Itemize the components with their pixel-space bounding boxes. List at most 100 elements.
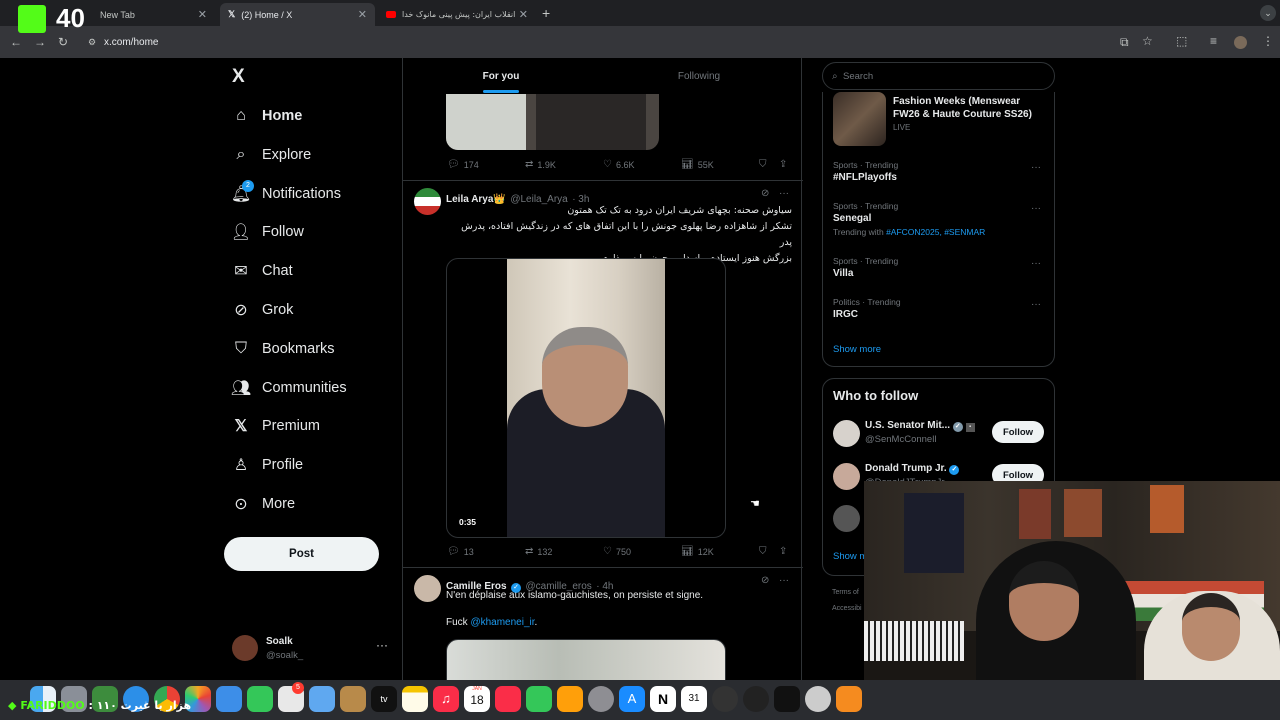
install-icon[interactable]: ⧉ [1120,35,1129,50]
sidebar-item-follow[interactable]: 👤︎ Follow [230,217,304,247]
back-icon[interactable]: ← [10,35,22,49]
numbers-icon[interactable] [526,686,552,712]
trend-item[interactable]: Sports · Trending #NFLPlayoffs ··· [833,160,1048,190]
show-more-link[interactable]: Show more [833,344,881,355]
views-button[interactable]: 📊︎ 55K [681,159,714,170]
repost-button[interactable]: ⇄ 132 [525,546,552,557]
reload-icon[interactable]: ↻ [58,35,68,49]
mail-icon[interactable] [216,686,242,712]
follow-suggestion-name[interactable]: U.S. Senator Mit... ✓ ▪ [865,420,975,432]
address-bar[interactable]: ⚙ x.com/home [82,31,1112,53]
follow-button[interactable]: Follow [992,421,1044,443]
repost-button[interactable]: ⇄ 1.9K [525,159,556,170]
system-settings-icon[interactable] [588,686,614,712]
more-icon[interactable]: ··· [779,188,789,199]
app-icon[interactable] [774,686,800,712]
sidebar-item-profile[interactable]: ♙ Profile [230,450,303,480]
live-event[interactable]: Fashion Weeks (Menswear FW26 & Haute Cou… [833,92,1048,146]
footer-link[interactable]: Terms of [832,589,859,596]
more-icon[interactable]: ··· [1031,258,1041,269]
sidebar-item-notifications[interactable]: 🔔︎ 2 Notifications [230,179,341,209]
more-icon[interactable]: ··· [779,575,789,586]
sidebar-item-bookmarks[interactable]: ⛉ Bookmarks [230,334,335,364]
app-store-icon[interactable]: A [619,686,645,712]
post-image[interactable] [446,94,659,150]
sidebar-item-communities[interactable]: 👥︎ Communities [230,373,347,403]
archive-icon[interactable] [340,686,366,712]
like-button[interactable]: ♡ 750 [603,546,631,557]
star-icon[interactable]: ☆ [1142,34,1153,48]
notes-app-icon[interactable]: 5 [278,682,304,712]
tab-new-tab[interactable]: New Tab ✕ [70,3,215,26]
close-icon[interactable]: ✕ [519,8,528,21]
tab-search-icon[interactable]: ⌄ [1260,5,1276,21]
app-icon[interactable] [805,686,831,712]
reply-button[interactable]: 💬︎ 13 [447,546,474,557]
more-icon[interactable]: ··· [1031,203,1041,214]
sidebar-item-explore[interactable]: ⌕ Explore [230,140,312,170]
show-more-link[interactable]: Show m [833,551,867,562]
messages-icon[interactable] [247,686,273,712]
footer-link[interactable]: Accessibi [832,605,862,612]
video-player[interactable]: 0:35 [446,258,726,538]
tab-following[interactable]: Following [601,58,797,94]
extensions-icon[interactable]: ⬚ [1176,34,1187,48]
like-button[interactable]: ♡ 6.6K [603,159,634,170]
post-button[interactable]: Post [224,537,379,571]
post-image[interactable] [446,639,726,680]
freeform-icon[interactable] [309,686,335,712]
reading-list-icon[interactable]: ≡ [1210,34,1217,48]
bookmark-button[interactable]: ⛉ [759,159,771,170]
trend-item[interactable]: Politics · Trending IRGC ··· [833,297,1048,327]
avatar[interactable] [414,575,441,602]
music-icon[interactable]: ♫ [433,686,459,712]
avatar[interactable] [833,505,860,532]
reply-button[interactable]: 💬︎ 174 [447,159,479,170]
search-input[interactable]: ⌕ Search [822,62,1055,90]
sidebar-item-grok[interactable]: ⊘ Grok [230,295,293,325]
tab-home-x[interactable]: 𝕏 (2) Home / X ✕ [220,3,375,26]
avatar[interactable] [833,463,860,490]
tab-youtube[interactable]: انقلاب ایران: پیش پینی مانوک خدا ✕ [378,3,536,26]
calendar-31-icon[interactable]: 31 [681,686,707,712]
forward-icon[interactable]: → [34,35,46,49]
news-icon[interactable] [495,686,521,712]
new-tab-icon[interactable]: + [542,5,550,21]
x-logo[interactable]: X [232,66,245,88]
grok-icon[interactable]: ⊘ [761,575,769,586]
close-icon[interactable]: ✕ [198,8,207,21]
share-button[interactable]: ⇪ [779,546,791,557]
sidebar-item-premium[interactable]: 𝕏 Premium [230,411,320,441]
grok-icon[interactable]: ⊘ [761,188,769,199]
close-icon[interactable]: ✕ [358,8,367,21]
app-icon[interactable] [712,686,738,712]
share-button[interactable]: ⇪ [779,159,791,170]
follow-suggestion-name[interactable]: Donald Trump Jr. ✓ [865,463,960,475]
more-icon[interactable]: ··· [1031,299,1041,310]
profile-avatar[interactable] [1234,36,1247,49]
sidebar-item-chat[interactable]: ✉ Chat [230,256,292,286]
more-icon[interactable]: ··· [376,638,388,652]
trend-related-tags[interactable]: #AFCON2025, #SENMAR [886,227,985,237]
menu-icon[interactable]: ⋮ [1262,34,1274,48]
trend-item[interactable]: Sports · Trending Villa ··· [833,256,1048,286]
bookmark-button[interactable]: ⛉ [759,546,771,557]
fl-studio-icon[interactable] [836,686,862,712]
calendar-icon[interactable]: JAN 18 [464,686,490,712]
notion-icon[interactable]: N [650,686,676,712]
mention-link[interactable]: @khamenei_ir [470,617,534,628]
app-icon[interactable] [743,686,769,712]
account-switcher[interactable]: Soalk @soalk_ ··· [228,630,390,670]
pages-icon[interactable] [557,686,583,712]
views-button[interactable]: 📊︎ 12K [681,546,714,557]
sidebar-item-more[interactable]: ⊙ More [230,489,295,519]
tab-for-you[interactable]: For you [403,58,599,94]
trend-item[interactable]: Sports · Trending Senegal Trending with … [833,201,1048,241]
notes-icon[interactable] [402,686,428,712]
avatar[interactable] [833,420,860,447]
avatar[interactable] [414,188,441,215]
sidebar-item-home[interactable]: ⌂ Home [230,101,302,131]
apple-tv-icon[interactable]: tv [371,686,397,712]
more-icon[interactable]: ··· [1031,162,1041,173]
site-info-icon[interactable]: ⚙ [88,37,96,48]
